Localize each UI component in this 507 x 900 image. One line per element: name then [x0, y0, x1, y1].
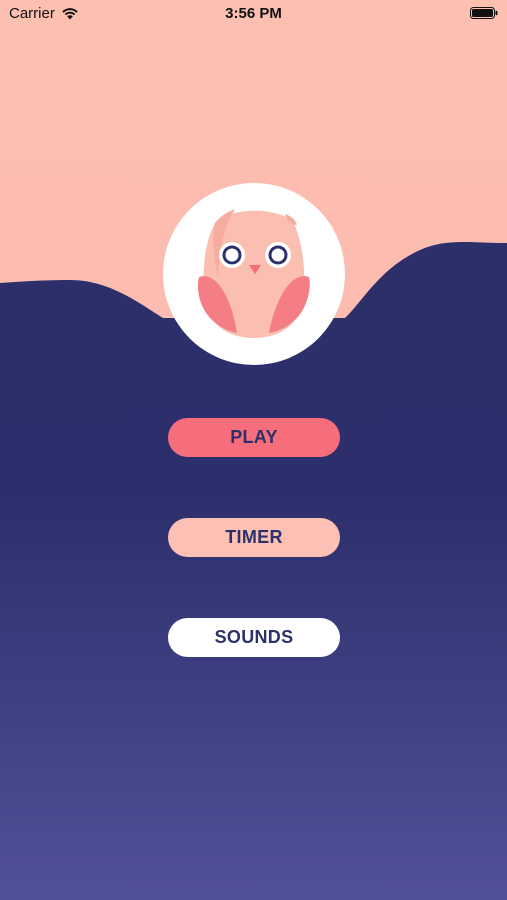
- app-screen: Carrier 3:56 PM PLAY TIMER SOUNDS: [0, 0, 507, 900]
- sounds-button[interactable]: SOUNDS: [168, 618, 340, 657]
- status-time: 3:56 PM: [225, 5, 282, 22]
- owl-icon: [197, 209, 310, 338]
- timer-button[interactable]: TIMER: [168, 518, 340, 557]
- status-bar: Carrier 3:56 PM: [0, 0, 507, 28]
- battery-icon: [470, 7, 498, 19]
- owl-avatar: [163, 183, 345, 365]
- play-button[interactable]: PLAY: [168, 418, 340, 457]
